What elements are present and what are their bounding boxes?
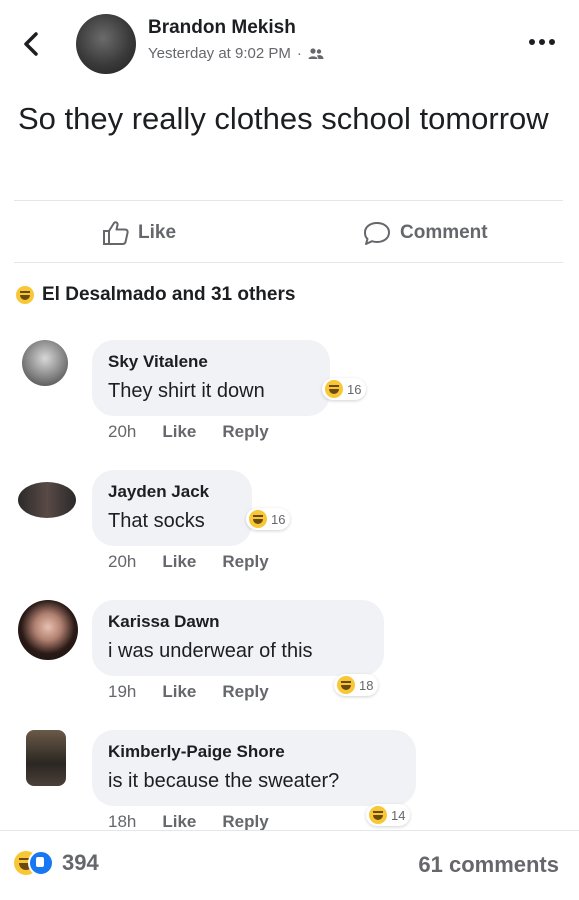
- comment-like-button[interactable]: Like: [162, 682, 196, 702]
- comment-actions: 18h Like Reply: [108, 812, 269, 832]
- comment-time: 20h: [108, 422, 137, 441]
- reactions-summary[interactable]: El Desalmado and 31 others: [16, 284, 295, 306]
- reaction-count-label: 16: [347, 381, 362, 397]
- haha-icon: [249, 510, 267, 528]
- commenter-avatar[interactable]: [26, 730, 66, 786]
- comment-reaction-count[interactable]: 14: [366, 804, 411, 826]
- comment-reaction-count[interactable]: 18: [334, 674, 379, 696]
- comments-total-link[interactable]: 61 comments: [418, 852, 559, 878]
- back-arrow-icon[interactable]: [20, 30, 42, 58]
- post-timestamp[interactable]: Yesterday at 9:02 PM: [148, 45, 291, 62]
- haha-icon: [369, 806, 387, 824]
- comment-actions: 20h Like Reply: [108, 422, 269, 442]
- comment-author[interactable]: Jayden Jack: [108, 482, 209, 502]
- commenter-avatar[interactable]: [18, 600, 78, 660]
- comment-action-button[interactable]: Comment: [362, 216, 488, 250]
- friends-icon: [308, 47, 324, 59]
- reaction-count-label: 14: [391, 807, 406, 823]
- comment-reply-button[interactable]: Reply: [222, 682, 268, 702]
- footer-divider: [0, 830, 579, 831]
- thumbs-up-icon: [103, 221, 129, 245]
- reaction-count-label: 18: [359, 677, 374, 693]
- meta-separator: ·: [296, 45, 302, 62]
- comment-time: 20h: [108, 552, 137, 571]
- comment-like-button[interactable]: Like: [162, 422, 196, 442]
- comment-like-button[interactable]: Like: [162, 552, 196, 572]
- reactions-summary-text: El Desalmado and 31 others: [42, 284, 296, 305]
- author-avatar[interactable]: [76, 14, 136, 74]
- comment-time: 18h: [108, 812, 137, 831]
- comment-text: is it because the sweater?: [108, 770, 340, 792]
- like-action-label: Like: [138, 222, 177, 243]
- post-author[interactable]: Brandon Mekish: [148, 17, 296, 39]
- commenter-avatar[interactable]: [18, 482, 76, 518]
- like-action-button[interactable]: Like: [102, 216, 176, 250]
- reaction-total-button[interactable]: 394: [14, 850, 99, 876]
- haha-icon: [337, 676, 355, 694]
- comment-reaction-count[interactable]: 16: [246, 508, 291, 530]
- divider-top: [14, 200, 563, 201]
- comment-text: That socks: [108, 510, 205, 532]
- haha-icon: [325, 380, 343, 398]
- comment-time: 19h: [108, 682, 137, 701]
- reaction-total: 394: [62, 850, 99, 875]
- more-options-icon[interactable]: [528, 38, 556, 46]
- comment-text: They shirt it down: [108, 380, 265, 402]
- comment-actions: 19h Like Reply: [108, 682, 269, 702]
- comment-reaction-count[interactable]: 16: [322, 378, 367, 400]
- comment-action-label: Comment: [400, 222, 488, 243]
- comment-reply-button[interactable]: Reply: [222, 812, 268, 832]
- reaction-count-label: 16: [271, 511, 286, 527]
- comment-author[interactable]: Sky Vitalene: [108, 352, 208, 372]
- comment-author[interactable]: Kimberly-Paige Shore: [108, 742, 285, 762]
- comment-reply-button[interactable]: Reply: [222, 422, 268, 442]
- commenter-avatar[interactable]: [22, 340, 68, 386]
- comment-actions: 20h Like Reply: [108, 552, 269, 572]
- comment-text: i was underwear of this: [108, 640, 313, 662]
- comment-like-button[interactable]: Like: [162, 812, 196, 832]
- comment-reply-button[interactable]: Reply: [222, 552, 268, 572]
- divider-bottom: [14, 262, 563, 263]
- post-meta: Yesterday at 9:02 PM ·: [148, 45, 324, 62]
- comment-author[interactable]: Karissa Dawn: [108, 612, 220, 632]
- haha-icon: [16, 286, 34, 304]
- post-text: So they really clothes school tomorrow: [18, 101, 549, 136]
- like-reaction-icon: [28, 850, 54, 876]
- comment-icon: [364, 222, 390, 245]
